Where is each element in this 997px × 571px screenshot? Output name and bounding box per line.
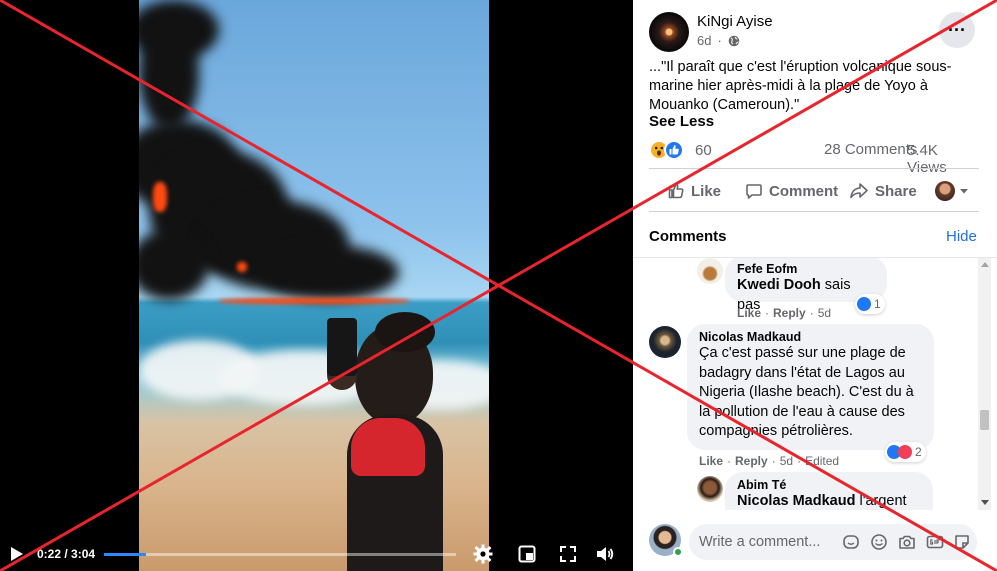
- fullscreen-icon: [560, 546, 576, 562]
- hide-comments-link[interactable]: Hide: [946, 228, 977, 245]
- camera-icon[interactable]: [898, 533, 916, 551]
- video-controls: 0:22 / 3:04: [0, 537, 633, 571]
- comment-reaction-count: 1: [874, 297, 881, 311]
- comment-author[interactable]: Nicolas Madkaud: [699, 330, 922, 344]
- comment-reply-link[interactable]: Reply: [773, 306, 806, 320]
- mention-tag[interactable]: Nicolas Madkaud: [737, 493, 855, 509]
- mention-tag[interactable]: Kwedi Dooh: [737, 277, 821, 293]
- post-meta: 6d ·: [697, 33, 740, 48]
- video-progress-fill: [104, 553, 147, 556]
- like-label: Like: [691, 182, 722, 200]
- post-age[interactable]: 6d: [697, 33, 711, 48]
- scroll-thumb[interactable]: [980, 410, 989, 430]
- scroll-up-arrow[interactable]: [981, 262, 989, 267]
- gear-icon: [473, 544, 493, 564]
- comment-bubble: Abim Té Nicolas Madkaud l'argent: [725, 472, 933, 510]
- commenter-avatar[interactable]: [649, 326, 681, 358]
- gif-icon[interactable]: [926, 533, 944, 551]
- author-avatar[interactable]: [649, 12, 689, 52]
- duration: 3:04: [71, 547, 96, 561]
- settings-button[interactable]: [472, 543, 494, 565]
- reactions-bar: 60 28 Comments 5.4K Views: [649, 140, 979, 176]
- play-icon: [11, 547, 23, 561]
- love-reaction-icon: [898, 445, 912, 459]
- thumbs-up-icon: [668, 183, 684, 199]
- comment-author[interactable]: Fefe Eofm: [737, 262, 875, 276]
- comment-like-link[interactable]: Like: [737, 306, 761, 320]
- like-reaction-icon[interactable]: [664, 140, 684, 160]
- ellipsis-icon: ···: [948, 19, 966, 40]
- post-caption: ..."Il paraît que c'est l'éruption volca…: [649, 59, 952, 113]
- comments-heading: Comments: [649, 228, 727, 245]
- more-options-button[interactable]: ···: [939, 12, 975, 48]
- speaker-icon: [597, 547, 614, 561]
- comment-label: Comment: [769, 182, 839, 200]
- comment-age[interactable]: 5d: [780, 454, 793, 468]
- caret-down-icon: [960, 189, 968, 194]
- share-label: Share: [875, 182, 917, 200]
- reactions-count[interactable]: 60: [695, 142, 712, 159]
- comment-meta: Like · Reply · 5d · Edited: [699, 454, 840, 468]
- comment-age[interactable]: 5d: [818, 306, 831, 320]
- comment-reply-link[interactable]: Reply: [735, 454, 768, 468]
- sticker-icon[interactable]: [953, 533, 971, 551]
- comment-body: Ça c'est passé sur une plage de badagry …: [699, 345, 914, 439]
- screen: 0:22 / 3:04 KiNgi Ayise 6d · ··· ..."Il …: [0, 0, 997, 571]
- comment-box[interactable]: [689, 524, 977, 560]
- avatar-sticker-icon[interactable]: [842, 533, 860, 551]
- comment-edited: Edited: [805, 454, 840, 468]
- emoji-icon[interactable]: [870, 533, 888, 551]
- comment-reactions[interactable]: 1: [855, 294, 885, 314]
- comment-body: l'argent: [855, 493, 907, 509]
- see-less-link[interactable]: See Less: [649, 113, 714, 130]
- share-arrow-icon: [850, 183, 868, 199]
- profile-avatar: [935, 181, 955, 201]
- fullscreen-button[interactable]: [558, 544, 578, 564]
- comment-bubble-icon: [746, 184, 762, 199]
- miniplayer-icon: [518, 545, 536, 563]
- comments-scrollbar[interactable]: [978, 258, 991, 510]
- globe-icon: [728, 35, 740, 46]
- online-status-dot: [673, 547, 683, 557]
- post-action-bar: Like Comment Share: [649, 168, 979, 212]
- comment-reactions[interactable]: 2: [885, 442, 926, 462]
- comment-input[interactable]: [699, 524, 839, 560]
- commenter-avatar[interactable]: [697, 476, 723, 502]
- video-frame: [139, 0, 489, 571]
- comment-author[interactable]: Abim Té: [737, 478, 921, 492]
- meta-dot: ·: [717, 33, 722, 48]
- like-reaction-icon: [857, 297, 871, 311]
- comments-list[interactable]: Fefe Eofm Kwedi Dooh sais pas 1 Like · Re…: [633, 257, 997, 510]
- commenter-avatar[interactable]: [697, 258, 723, 284]
- react-as-selector[interactable]: [935, 175, 969, 207]
- comment-meta: Like · Reply · 5d: [737, 306, 832, 320]
- comment-like-link[interactable]: Like: [699, 454, 723, 468]
- like-button[interactable]: Like: [667, 175, 721, 207]
- scroll-down-arrow[interactable]: [981, 500, 989, 505]
- author-name[interactable]: KiNgi Ayise: [697, 13, 773, 30]
- video-progress-bar[interactable]: [104, 553, 456, 556]
- comments-count[interactable]: 28 Comments: [824, 141, 917, 158]
- comment-composer: [633, 520, 997, 566]
- play-button[interactable]: [8, 545, 26, 563]
- comment-bubble: Nicolas Madkaud Ça c'est passé sur une p…: [687, 324, 934, 450]
- comment-reaction-count: 2: [915, 445, 922, 459]
- current-time: 0:22: [37, 547, 62, 561]
- post-panel: KiNgi Ayise 6d · ··· ..."Il paraît que c…: [633, 0, 997, 571]
- comment-button[interactable]: Comment: [745, 175, 838, 207]
- video-player[interactable]: 0:22 / 3:04: [0, 0, 633, 571]
- comment-text: Nicolas Madkaud l'argent: [737, 492, 921, 510]
- miniplayer-button[interactable]: [517, 544, 537, 564]
- time-separator: /: [61, 547, 72, 561]
- video-time: 0:22 / 3:04: [37, 547, 95, 561]
- volume-button[interactable]: [594, 543, 616, 565]
- share-button[interactable]: Share: [849, 175, 917, 207]
